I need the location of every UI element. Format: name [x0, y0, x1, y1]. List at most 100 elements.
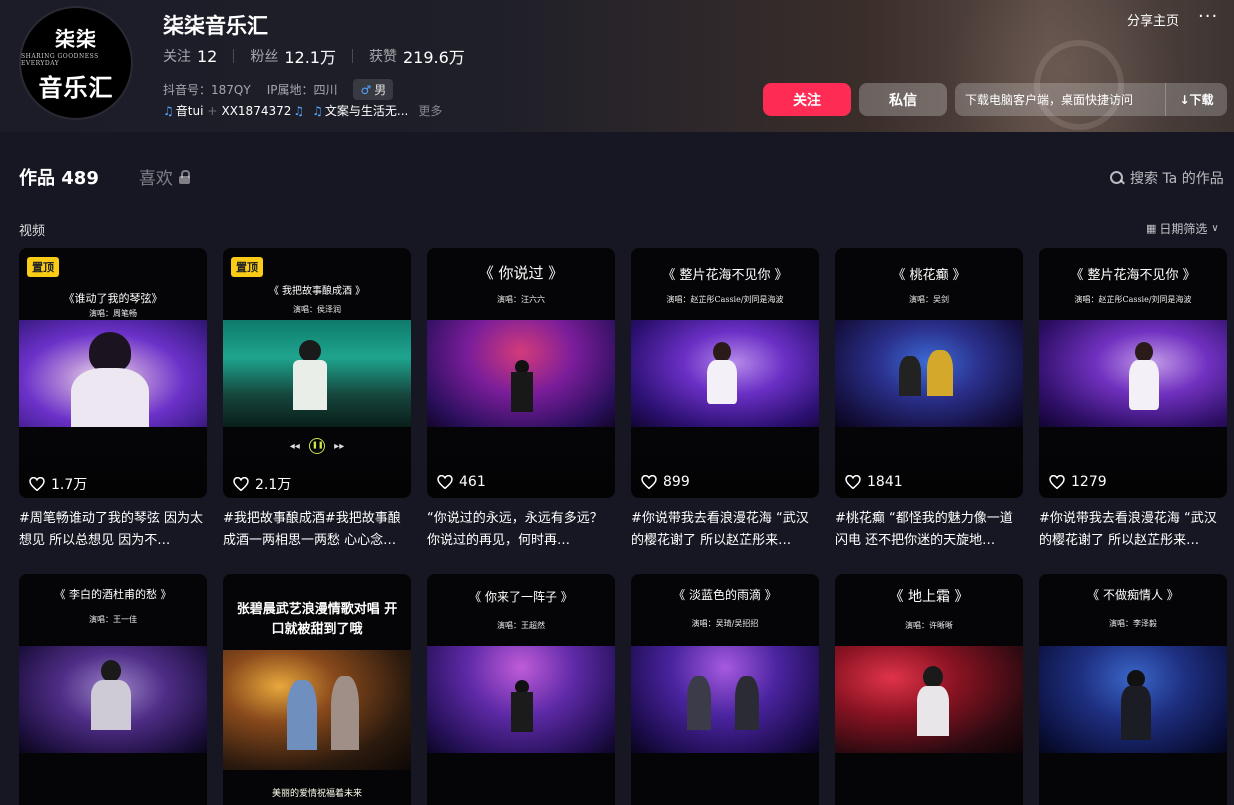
download-client-banner: 下载电脑客户端，桌面快捷访问 ↓下载 [955, 83, 1227, 116]
video-thumbnail[interactable]: 《 整片花海不见你 》 演唱：赵芷彤Cassie/刘同是海波 1279 [1039, 248, 1227, 498]
singer-label: 演唱：赵芷彤Cassie/刘同是海波 [666, 295, 784, 304]
like-count: 2.1万 [233, 474, 291, 494]
more-link[interactable]: 更多 [418, 102, 442, 119]
like-count-value: 461 [459, 474, 486, 490]
follow-button[interactable]: 关注 [763, 83, 851, 116]
profile-name: 柒柒音乐汇 [163, 14, 268, 38]
message-button[interactable]: 私信 [859, 83, 947, 116]
video-description[interactable]: #你说带我去看浪漫花海 “武汉的樱花谢了 所以赵芷彤来… [1039, 508, 1227, 552]
search-works-button[interactable]: 搜索 Ta 的作品 [1110, 168, 1224, 188]
divider [233, 49, 235, 63]
video-card[interactable]: 置顶 《谁动了我的琴弦》 演唱：周笔畅 1.7万 #周笔畅谁动了我的琴弦 因为太… [19, 248, 207, 552]
like-count: 461 [437, 474, 486, 490]
profile-link[interactable]: 音tui [176, 102, 204, 119]
video-thumbnail[interactable]: 《 不做痴情人 》 演唱：李泽毅 [1039, 574, 1227, 805]
stage-image [1039, 320, 1227, 427]
song-title: 《 桃花癫 》 [892, 268, 966, 283]
stage-image [427, 646, 615, 753]
song-title: 《 整片花海不见你 》 [662, 268, 788, 283]
video-thumbnail[interactable]: 置顶 《 我把故事酿成酒 》 演唱：侯泽润 ◂◂ ▸▸ 2.1万 [223, 248, 411, 498]
like-count: 1279 [1049, 474, 1107, 490]
share-profile-button[interactable]: 分享主页 [1127, 10, 1179, 29]
avatar-tagline: SHARING GOODNESS EVERYDAY [21, 53, 99, 67]
singer-label: 演唱：李泽毅 [1109, 619, 1157, 628]
gender-label: 男 [374, 83, 387, 97]
stage-image [631, 320, 819, 427]
heart-icon [233, 477, 249, 491]
tab-works[interactable]: 作品 489 [19, 164, 99, 190]
tab-likes[interactable]: 喜欢 [139, 164, 190, 189]
profile-link[interactable]: XX1874372 [221, 104, 291, 118]
like-count: 1841 [845, 474, 903, 490]
date-filter-label: 日期筛选 [1159, 222, 1208, 236]
like-count: 899 [641, 474, 690, 490]
profile-links: ♫ 音tui + XX1874372 ♫ ♫ 文案与生活无... 更多 [163, 102, 442, 119]
music-note-icon: ♫ [293, 103, 305, 118]
video-card[interactable]: 《 不做痴情人 》 演唱：李泽毅 [1039, 574, 1227, 805]
video-card[interactable]: 置顶 《 我把故事酿成酒 》 演唱：侯泽润 ◂◂ ▸▸ 2.1万 #我把故事酿成… [223, 248, 411, 552]
video-thumbnail[interactable]: 《 你说过 》 演唱：汪六六 461 [427, 248, 615, 498]
heart-icon [29, 477, 45, 491]
chevron-down-icon: ∨ [1211, 223, 1219, 234]
stage-image [19, 320, 207, 427]
fans-count-label[interactable]: 粉丝 [250, 46, 278, 66]
profile-link[interactable]: 文案与生活无... [325, 102, 408, 119]
lock-icon [178, 170, 190, 184]
video-thumbnail[interactable]: 《 李白的酒杜甫的愁 》 演唱：王一佳 [19, 574, 207, 805]
video-caption: 美丽的爱情祝福着未来 [271, 789, 362, 799]
video-card[interactable]: 张碧晨武艺浪漫情歌对唱 开口就被甜到了哦 美丽的爱情祝福着未来 [223, 574, 411, 805]
video-card[interactable]: 《 整片花海不见你 》 演唱：赵芷彤Cassie/刘同是海波 1279 #你说带… [1039, 248, 1227, 552]
video-thumbnail[interactable]: 《 桃花癫 》 演唱：吴剑 1841 [835, 248, 1023, 498]
song-title: 《 整片花海不见你 》 [1070, 268, 1196, 283]
heart-icon [641, 475, 657, 489]
heart-icon [845, 475, 861, 489]
date-filter-button[interactable]: ▦ 日期筛选 ∨ [1146, 220, 1219, 237]
section-title: 视频 [19, 224, 46, 239]
video-thumbnail[interactable]: 置顶 《谁动了我的琴弦》 演唱：周笔畅 1.7万 [19, 248, 207, 498]
profile-meta: 抖音号：187QY IP属地：四川 ♂ 男 [163, 79, 394, 100]
video-thumbnail[interactable]: 《 你来了一阵子 》 演唱：王超然 [427, 574, 615, 805]
pinned-badge: 置顶 [27, 257, 59, 277]
avatar-text: 柒柒 [55, 27, 97, 51]
search-label: 搜索 Ta 的作品 [1130, 171, 1224, 187]
video-card[interactable]: 《 你来了一阵子 》 演唱：王超然 [427, 574, 615, 805]
avatar[interactable]: 柒柒 SHARING GOODNESS EVERYDAY 音乐汇 [19, 6, 133, 120]
singer-label: 演唱：许晰晰 [905, 621, 953, 630]
thumbnail-shade [427, 448, 615, 498]
video-description[interactable]: #你说带我去看浪漫花海 “武汉的樱花谢了 所以赵芷彤来… [631, 508, 819, 552]
more-options-icon[interactable]: ··· [1198, 6, 1218, 27]
video-card[interactable]: 《 桃花癫 》 演唱：吴剑 1841 #桃花癫 “都怪我的魅力像一道闪电 还不把… [835, 248, 1023, 552]
search-icon [1110, 171, 1124, 185]
video-description[interactable]: #周笔畅谁动了我的琴弦 因为太想见 所以总想见 因为不… [19, 508, 207, 552]
stage-image [223, 320, 411, 427]
video-thumbnail[interactable]: 《 淡蓝色的雨滴 》 演唱：吴琦/吴招招 [631, 574, 819, 805]
heart-icon [1049, 475, 1065, 489]
video-description[interactable]: “你说过的永远，永远有多远？你说过的再见，何时再… [427, 508, 615, 552]
video-description[interactable]: #桃花癫 “都怪我的魅力像一道闪电 还不把你迷的天旋地… [835, 508, 1023, 552]
thumbnail-shade [631, 448, 819, 498]
video-card[interactable]: 《 李白的酒杜甫的愁 》 演唱：王一佳 [19, 574, 207, 805]
song-title: 《 李白的酒杜甫的愁 》 [54, 588, 172, 601]
video-card[interactable]: 《 淡蓝色的雨滴 》 演唱：吴琦/吴招招 [631, 574, 819, 805]
heart-icon [437, 475, 453, 489]
singer-label: 演唱：侯泽润 [293, 305, 341, 314]
follow-count-label[interactable]: 关注 [163, 46, 191, 66]
fans-count[interactable]: 12.1万 [284, 44, 336, 68]
singer-label: 演唱：王超然 [497, 621, 545, 630]
video-thumbnail[interactable]: 《 地上霜 》 演唱：许晰晰 [835, 574, 1023, 805]
video-card[interactable]: 《 你说过 》 演唱：汪六六 461 “你说过的永远，永远有多远？你说过的再见，… [427, 248, 615, 552]
singer-label: 演唱：汪六六 [497, 295, 545, 304]
video-thumbnail[interactable]: 张碧晨武艺浪漫情歌对唱 开口就被甜到了哦 美丽的爱情祝福着未来 [223, 574, 411, 805]
video-description[interactable]: #我把故事酿成酒#我把故事酿成酒一两相思一两愁 心心念… [223, 508, 411, 552]
video-thumbnail[interactable]: 《 整片花海不见你 》 演唱：赵芷彤Cassie/刘同是海波 899 [631, 248, 819, 498]
follow-count[interactable]: 12 [197, 47, 217, 66]
video-headline: 张碧晨武艺浪漫情歌对唱 开口就被甜到了哦 [236, 602, 398, 637]
singer-label: 演唱：吴琦/吴招招 [691, 619, 759, 628]
stage-image [19, 646, 207, 753]
like-count-value: 2.1万 [255, 477, 292, 493]
stage-image [835, 320, 1023, 427]
video-card[interactable]: 《 整片花海不见你 》 演唱：赵芷彤Cassie/刘同是海波 899 #你说带我… [631, 248, 819, 552]
divider: + [207, 103, 218, 118]
download-button[interactable]: ↓下载 [1166, 91, 1227, 108]
video-card[interactable]: 《 地上霜 》 演唱：许晰晰 [835, 574, 1023, 805]
